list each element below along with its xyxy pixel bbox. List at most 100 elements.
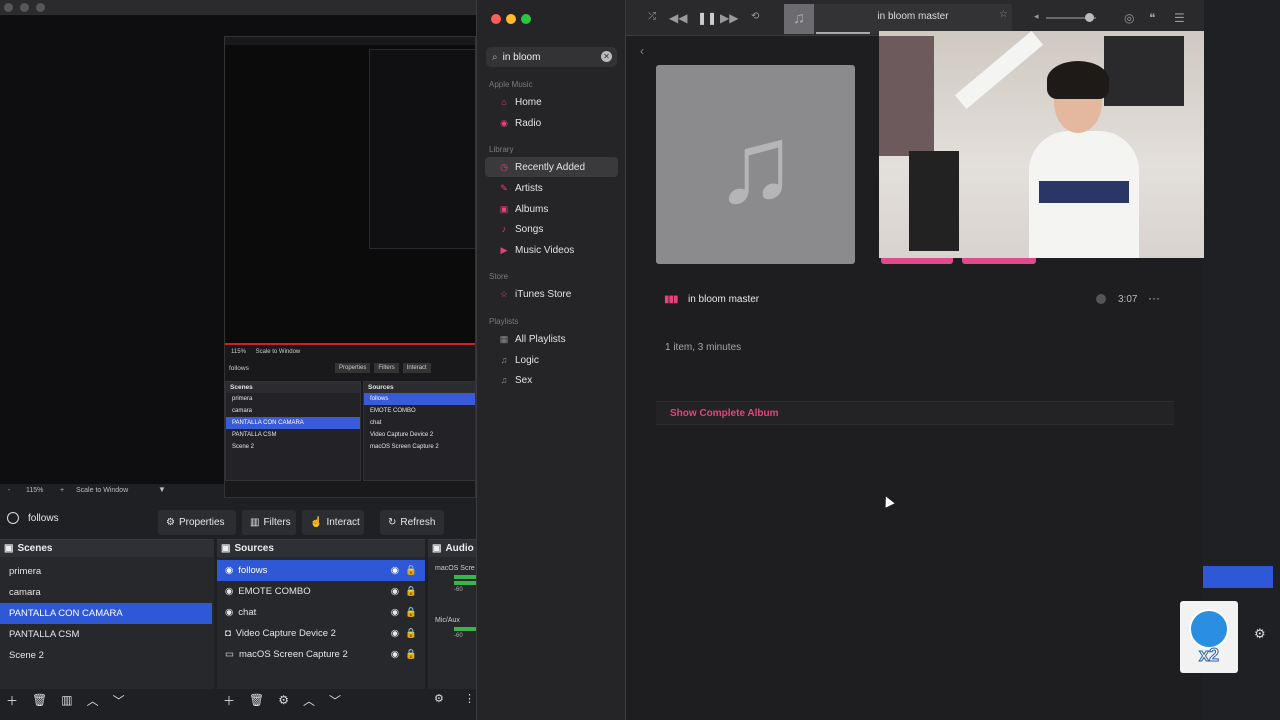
trash-icon[interactable]: 🗑	[249, 693, 264, 707]
x2-badge: x2	[1180, 601, 1238, 673]
chevron-up-icon[interactable]: ︿	[87, 692, 99, 709]
nested-zoom: 115%	[231, 349, 246, 355]
eye-icon[interactable]: ◉	[391, 586, 399, 597]
airplay-icon[interactable]: ◎	[1124, 11, 1134, 25]
eye-icon[interactable]: ◉	[391, 607, 399, 618]
lock-icon[interactable]: 🔒	[405, 586, 417, 597]
sources-dock: ▣ Sources ◉ follows ◉ 🔒 ◉ EMOTE COMBO ◉ 🔒…	[217, 539, 425, 708]
nested-scale: Scale to Window	[255, 349, 301, 355]
shuffle-icon[interactable]: ⤮	[648, 11, 656, 22]
nested-source-item: chat	[370, 420, 382, 426]
lock-icon[interactable]: 🔒	[405, 649, 417, 660]
playback-progress[interactable]	[816, 32, 870, 34]
zoom-icon[interactable]	[36, 3, 45, 12]
eye-icon[interactable]: ◉	[391, 628, 399, 639]
audio-channel-1: macOS Scre	[435, 565, 475, 572]
filters-button[interactable]: ▥ Filters	[242, 510, 296, 535]
chevron-up-icon[interactable]: ︿	[303, 692, 315, 709]
gear-icon[interactable]: ⚙	[278, 693, 289, 707]
gear-icon[interactable]: ⚙	[1254, 626, 1266, 642]
filter-icon[interactable]: ▥	[61, 693, 72, 707]
chevron-down-icon[interactable]: ﹀	[329, 692, 341, 709]
volume-knob[interactable]	[1085, 13, 1094, 22]
sidebar-item-music-videos[interactable]: ▶ Music Videos	[485, 240, 618, 260]
audio-icon: ▣	[432, 543, 442, 554]
globe-icon: ◉	[225, 586, 234, 597]
close-icon[interactable]	[491, 14, 501, 24]
close-icon[interactable]	[4, 3, 13, 12]
scene-item[interactable]: PANTALLA CON CAMARA	[0, 603, 212, 624]
queue-icon[interactable]: ☰	[1174, 11, 1185, 25]
clear-search-icon[interactable]: ✕	[601, 51, 612, 62]
obs-preview[interactable]: 115% Scale to Window follows Properties …	[0, 16, 476, 498]
sidebar-item-recently-added[interactable]: ◷ Recently Added	[485, 157, 618, 177]
scene-item[interactable]: Scene 2	[0, 645, 214, 666]
sidebar-item-itunes-store[interactable]: ☆ iTunes Store	[485, 284, 618, 304]
show-complete-album-button[interactable]: Show Complete Album	[656, 401, 1174, 425]
trash-icon[interactable]: 🗑	[32, 693, 47, 707]
nested-preview-inner	[369, 49, 475, 249]
gear-icon[interactable]: ⚙	[434, 692, 444, 705]
scene-item[interactable]: PANTALLA CSM	[0, 624, 214, 645]
pause-icon[interactable]: ❚❚	[697, 11, 717, 25]
minimize-icon[interactable]	[506, 14, 516, 24]
nested-scenes-panel: Scenes primera camara PANTALLA CON CAMAR…	[225, 381, 361, 481]
zoom-icon[interactable]	[521, 14, 531, 24]
sidebar-item-albums[interactable]: ▣ Albums	[485, 199, 618, 219]
source-item[interactable]: ◉ follows ◉ 🔒	[217, 560, 425, 581]
sidebar-item-sex[interactable]: ♫ Sex	[485, 370, 618, 390]
music-note-icon: ♫	[714, 103, 797, 226]
add-icon[interactable]: ＋	[223, 692, 235, 709]
more-icon[interactable]: ···	[1148, 291, 1160, 305]
more-icon[interactable]: ⋮	[464, 692, 475, 705]
download-icon[interactable]	[1096, 294, 1106, 304]
lyrics-icon[interactable]: ❝	[1149, 11, 1155, 25]
add-icon[interactable]: ＋	[6, 692, 18, 709]
scale-select[interactable]: Scale to Window	[76, 487, 128, 494]
sidebar-item-artists[interactable]: ✎ Artists	[485, 178, 618, 198]
source-item[interactable]: ◘ Video Capture Device 2 ◉ 🔒	[217, 623, 425, 644]
source-item[interactable]: ◉ chat ◉ 🔒	[217, 602, 425, 623]
rewind-icon[interactable]: ◀◀	[669, 11, 687, 25]
refresh-button[interactable]: ↻ Refresh	[380, 510, 444, 535]
source-item[interactable]: ◉ EMOTE COMBO ◉ 🔒	[217, 581, 425, 602]
music-window: ⌕ in bloom ✕ Apple Music ⌂ Home ◉ Radio Li…	[476, 0, 1204, 720]
lock-icon[interactable]: 🔒	[405, 565, 417, 576]
properties-button[interactable]: ⚙ Properties	[158, 510, 236, 535]
sources-footer: ＋ 🗑 ⚙ ︿ ﹀	[217, 689, 341, 711]
lock-icon[interactable]: 🔒	[405, 628, 417, 639]
eye-icon[interactable]: ◉	[391, 649, 399, 660]
chevron-down-icon[interactable]: ﹀	[113, 692, 125, 709]
search-input[interactable]: ⌕ in bloom ✕	[486, 47, 617, 67]
chevron-down-icon[interactable]: ▼	[158, 485, 166, 494]
sidebar-item-radio[interactable]: ◉ Radio	[485, 113, 618, 133]
sidebar-item-all-playlists[interactable]: ▦ All Playlists	[485, 329, 618, 349]
sidebar-item-home[interactable]: ⌂ Home	[485, 92, 618, 112]
section-apple-music: Apple Music	[489, 80, 533, 89]
now-playing-box[interactable]: ♫ in bloom master ☆	[784, 4, 1012, 34]
sidebar-item-songs[interactable]: ♪ Songs	[485, 219, 618, 239]
repeat-icon[interactable]: ⟲	[751, 11, 759, 22]
refresh-label: Refresh	[400, 517, 436, 528]
search-value: in bloom	[502, 51, 541, 63]
source-item[interactable]: ▭ macOS Screen Capture 2 ◉ 🔒	[217, 644, 425, 665]
scene-item[interactable]: primera	[0, 561, 214, 582]
eye-icon[interactable]: ◉	[391, 565, 399, 576]
back-icon[interactable]: ‹	[640, 44, 644, 58]
zoom-in-button[interactable]: +	[60, 487, 64, 494]
minimize-icon[interactable]	[20, 3, 29, 12]
zoom-out-button[interactable]: -	[8, 487, 10, 494]
playlist-icon: ♫	[500, 375, 508, 385]
track-row[interactable]: ▮▮▮ in bloom master 3:07 ···	[656, 291, 1174, 309]
interact-button[interactable]: ☝ Interact	[302, 510, 364, 535]
video-icon: ▶	[500, 244, 508, 255]
sources-header: ▣ Sources	[217, 540, 425, 557]
scene-item[interactable]: camara	[0, 582, 214, 603]
sidebar-item-logic[interactable]: ♫ Logic	[485, 350, 618, 370]
fast-forward-icon[interactable]: ▶▶	[720, 11, 738, 25]
lock-icon[interactable]: 🔒	[405, 607, 417, 618]
album-artwork: ♫	[656, 65, 855, 264]
nav-label: Radio	[515, 117, 542, 129]
star-icon[interactable]: ☆	[999, 9, 1008, 20]
clock-icon: ◷	[500, 161, 508, 172]
